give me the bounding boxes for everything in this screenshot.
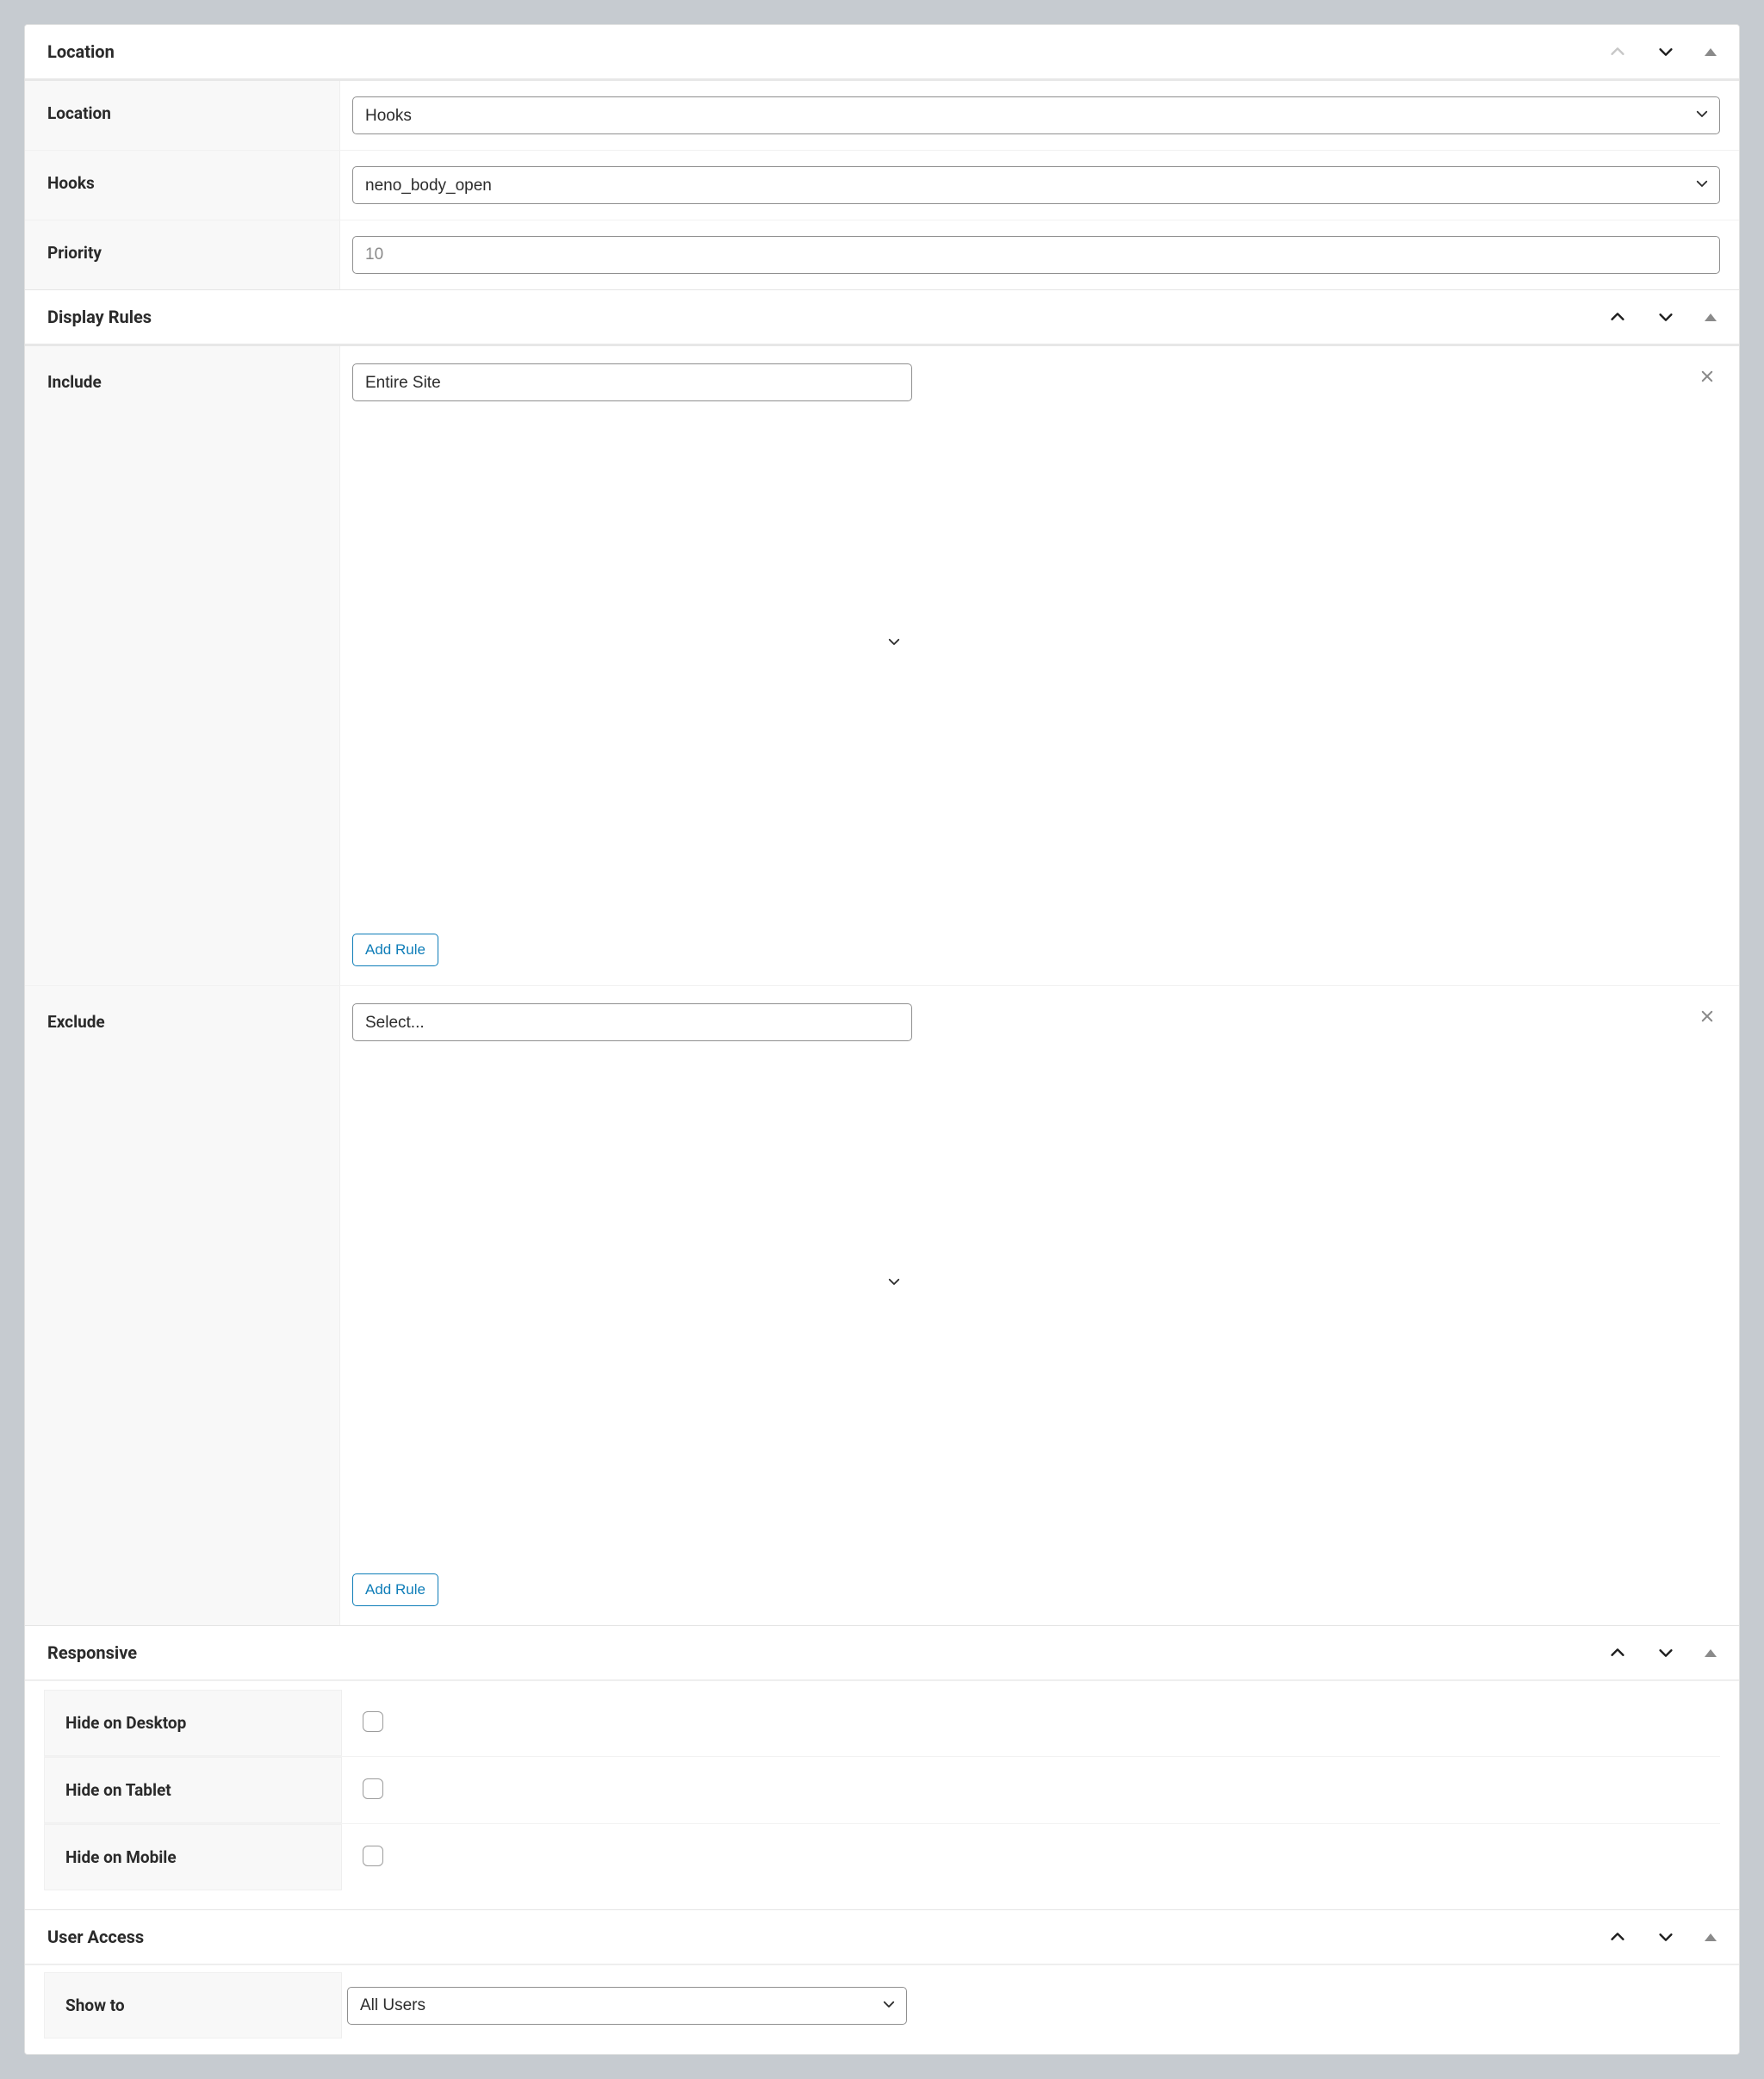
label-priority: Priority [25,220,340,289]
priority-input[interactable] [352,236,1720,274]
show-to-select[interactable]: All Users [347,1987,907,2025]
move-up-button[interactable] [1605,1924,1630,1950]
section-header-responsive: Responsive [25,1625,1739,1679]
chevron-down-icon [886,634,902,653]
remove-rule-button[interactable] [1694,1003,1720,1029]
collapse-toggle[interactable] [1701,310,1720,325]
section-header-user-access: User Access [25,1909,1739,1964]
section-controls [1605,39,1720,65]
responsive-subrows: Hide on Desktop Hide on Tablet Hide on M… [25,1679,1739,1909]
label-hooks: Hooks [25,151,340,220]
row-hide-desktop: Hide on Desktop [44,1690,1720,1756]
label-exclude: Exclude [25,986,340,1625]
section-title: Location [47,41,115,62]
row-hide-mobile: Hide on Mobile [44,1823,1720,1890]
label-show-to: Show to [44,1972,342,2039]
hide-desktop-checkbox[interactable] [363,1711,383,1732]
show-to-select-wrap: All Users [347,1987,907,2025]
location-select[interactable]: Hooks [352,96,1720,134]
section-controls [1605,1924,1720,1950]
row-hooks: Hooks neno_body_open [25,150,1739,220]
hide-mobile-checkbox[interactable] [363,1846,383,1866]
row-priority: Priority [25,220,1739,289]
add-rule-button[interactable]: Add Rule [352,934,438,966]
section-header-location: Location [25,25,1739,78]
move-down-button[interactable] [1653,1640,1679,1666]
label-hide-mobile: Hide on Mobile [44,1824,342,1890]
user-access-subrows: Show to All Users [25,1964,1739,2054]
collapse-toggle[interactable] [1701,1930,1720,1945]
location-select-wrap: Hooks [352,96,1720,134]
exclude-select[interactable]: Select... [352,1003,912,1041]
row-exclude: Exclude Select... Add Rule [25,985,1739,1625]
section-title: Responsive [47,1642,137,1663]
row-show-to: Show to All Users [44,1972,1720,2039]
add-rule-button[interactable]: Add Rule [352,1573,438,1606]
label-include: Include [25,346,340,985]
move-down-button[interactable] [1653,304,1679,330]
move-down-button[interactable] [1653,1924,1679,1950]
move-up-button [1605,39,1630,65]
move-up-button[interactable] [1605,1640,1630,1666]
section-controls [1605,1640,1720,1666]
move-up-button[interactable] [1605,304,1630,330]
label-location: Location [25,81,340,150]
hide-tablet-checkbox[interactable] [363,1778,383,1799]
settings-panel: Location Location Hooks Hook [24,24,1740,2055]
section-title: User Access [47,1927,144,1947]
collapse-toggle[interactable] [1701,1646,1720,1660]
include-select[interactable]: Entire Site [352,363,912,401]
remove-rule-button[interactable] [1694,363,1720,389]
move-down-button[interactable] [1653,39,1679,65]
exclude-select-wrap: Select... [352,1003,912,1563]
chevron-down-icon [886,1274,902,1293]
row-hide-tablet: Hide on Tablet [44,1756,1720,1823]
hooks-select[interactable]: neno_body_open [352,166,1720,204]
hooks-select-wrap: neno_body_open [352,166,1720,204]
row-location: Location Hooks [25,78,1739,150]
collapse-toggle[interactable] [1701,45,1720,59]
include-select-wrap: Entire Site [352,363,912,923]
label-hide-desktop: Hide on Desktop [44,1690,342,1756]
row-include: Include Entire Site Add Rule [25,344,1739,985]
section-header-display-rules: Display Rules [25,289,1739,344]
section-title: Display Rules [47,307,152,327]
section-controls [1605,304,1720,330]
label-hide-tablet: Hide on Tablet [44,1757,342,1823]
